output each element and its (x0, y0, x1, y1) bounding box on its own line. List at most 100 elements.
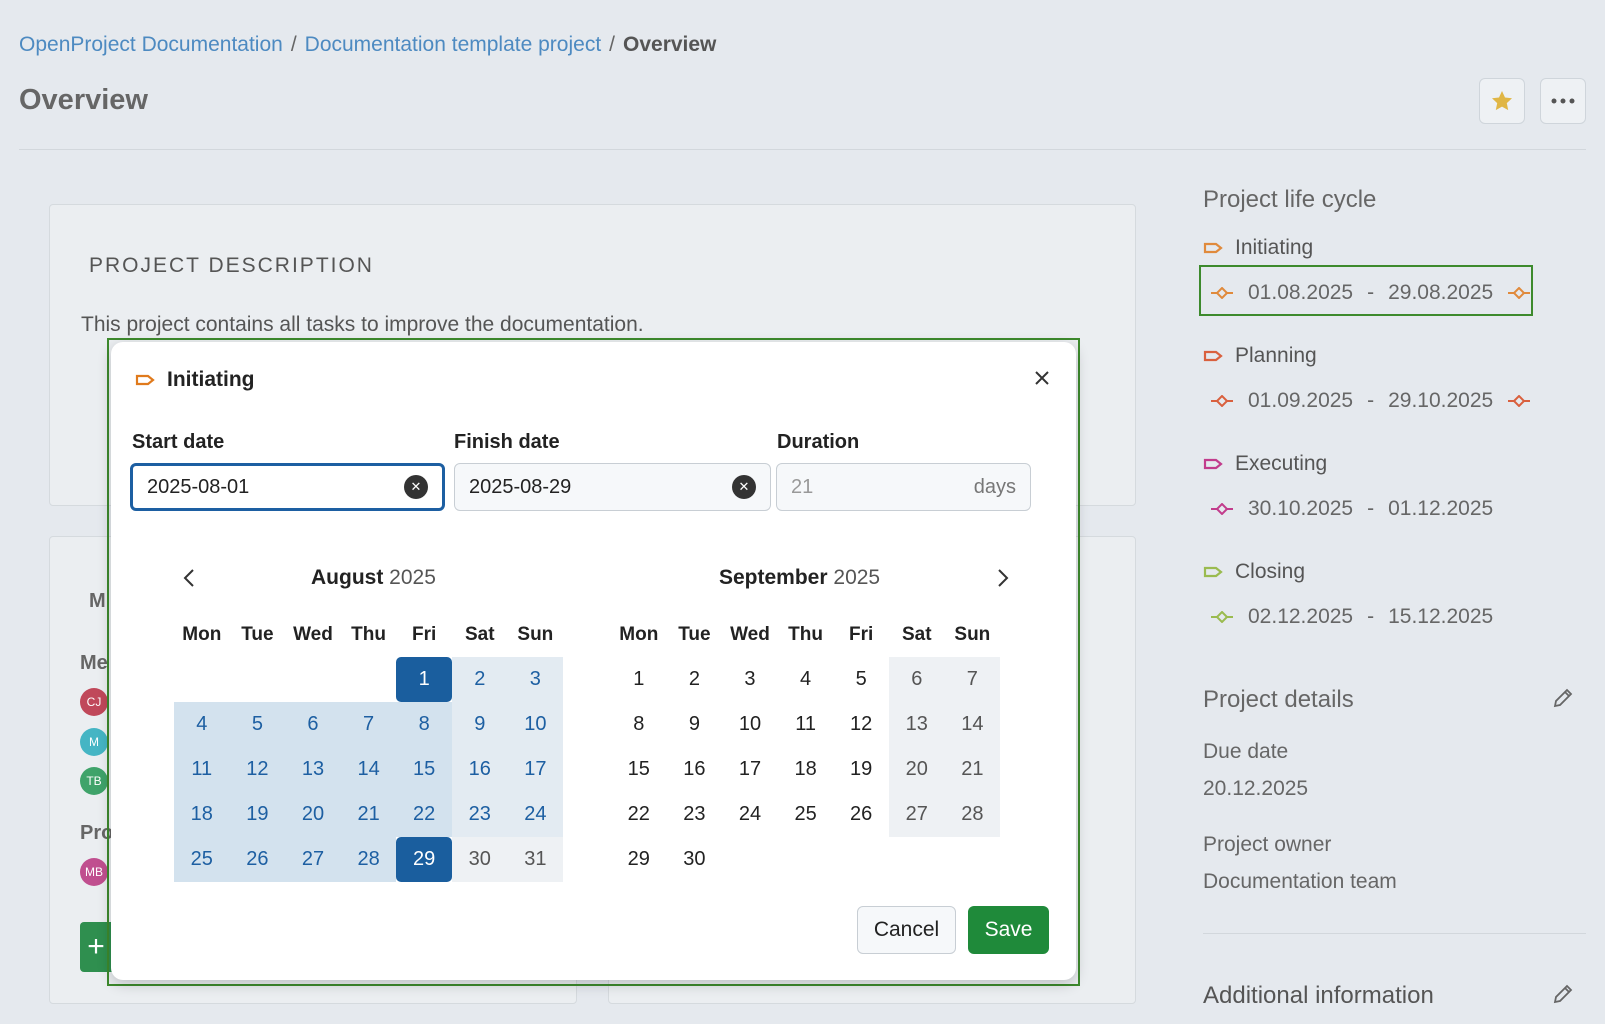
due-date-label: Due date (1203, 740, 1289, 763)
calendar-day[interactable]: 7 (944, 657, 1001, 702)
calendar-day[interactable]: 30 (667, 837, 723, 882)
calendar-day[interactable]: 1 (396, 657, 452, 702)
calendar-day[interactable]: 8 (611, 702, 667, 747)
avatar[interactable]: M (80, 728, 108, 756)
start-date-input[interactable]: 2025-08-01 ✕ (130, 463, 445, 511)
prev-month-button[interactable] (177, 564, 201, 592)
calendar-day[interactable]: 6 (285, 702, 341, 747)
phase-icon (135, 374, 155, 386)
calendar-day[interactable]: 17 (507, 747, 564, 792)
calendar-day[interactable]: 2 (667, 657, 723, 702)
calendar-day[interactable]: 22 (396, 792, 452, 837)
calendar-day[interactable]: 10 (722, 702, 778, 747)
calendar-day[interactable]: 4 (778, 657, 834, 702)
next-month-button[interactable] (991, 564, 1015, 592)
calendar-day[interactable]: 27 (285, 837, 341, 882)
breadcrumb-link-documentation[interactable]: OpenProject Documentation (19, 33, 283, 57)
calendar-day[interactable]: 23 (667, 792, 723, 837)
calendar-day[interactable]: 20 (285, 792, 341, 837)
calendar-day[interactable]: 6 (888, 657, 945, 702)
clear-finish-date-button[interactable]: ✕ (732, 475, 756, 499)
avatar[interactable]: CJ (80, 688, 108, 716)
calendar-day[interactable]: 19 (833, 747, 889, 792)
phase-dates-planning[interactable]: 01.09.2025-29.10.2025 (1210, 389, 1531, 413)
calendar-day[interactable]: 31 (507, 837, 564, 882)
calendar-day[interactable]: 28 (944, 792, 1001, 837)
calendar-day[interactable]: 29 (396, 837, 452, 882)
additional-info-title: Additional information (1203, 982, 1434, 1009)
month-title-september: September 2025 (719, 566, 880, 590)
finish-date-input[interactable]: 2025-08-29 ✕ (454, 463, 771, 511)
calendar-day[interactable]: 29 (611, 837, 667, 882)
calendar-day[interactable]: 18 (778, 747, 834, 792)
calendar-day[interactable]: 5 (229, 702, 286, 747)
calendar-august: Mon Tue Wed Thu Fri Sat Sun 1 2 3 4 5 6 7 8 9 10 11 12 13 14… (174, 612, 564, 882)
calendar-day[interactable]: 24 (507, 792, 564, 837)
dialog-title-text: Initiating (167, 368, 255, 391)
breadcrumb-link-template-project[interactable]: Documentation template project (305, 33, 602, 57)
phase-dates-executing[interactable]: 30.10.2025-01.12.2025 (1210, 497, 1493, 521)
calendar-day[interactable]: 20 (888, 747, 945, 792)
calendar-day[interactable]: 14 (944, 702, 1001, 747)
weekday-header: Wed (730, 623, 770, 645)
save-button[interactable]: Save (968, 906, 1049, 954)
close-button[interactable] (1028, 364, 1056, 392)
calendar-day[interactable]: 3 (507, 657, 564, 702)
calendar-day[interactable]: 15 (396, 747, 452, 792)
calendar-day[interactable]: 23 (451, 792, 508, 837)
calendar-day[interactable]: 11 (778, 702, 834, 747)
cancel-button[interactable]: Cancel (857, 906, 956, 954)
weekday-header: Sun (954, 623, 991, 645)
calendar-day[interactable]: 11 (174, 747, 230, 792)
calendar-day[interactable]: 1 (611, 657, 667, 702)
phase-initiating[interactable]: Initiating (1203, 236, 1313, 260)
calendar-day[interactable]: 8 (396, 702, 452, 747)
calendar-day[interactable]: 13 (888, 702, 945, 747)
edit-details-button[interactable] (1551, 686, 1575, 715)
calendar-day[interactable]: 12 (229, 747, 286, 792)
calendar-day[interactable]: 19 (229, 792, 286, 837)
more-actions-button[interactable] (1540, 78, 1586, 124)
clear-start-date-button[interactable]: ✕ (404, 475, 428, 499)
avatar[interactable]: MB (80, 858, 108, 886)
calendar-day[interactable]: 5 (833, 657, 889, 702)
phase-end-date: 29.10.2025 (1388, 389, 1494, 412)
weekday-header: Sat (901, 623, 932, 645)
calendar-day[interactable]: 12 (833, 702, 889, 747)
duration-input[interactable]: 21 days (776, 463, 1031, 511)
calendar-day[interactable]: 24 (722, 792, 778, 837)
calendar-day[interactable]: 16 (667, 747, 723, 792)
calendar-day[interactable]: 25 (174, 837, 230, 882)
month-year: 2025 (389, 566, 436, 589)
calendar-day[interactable]: 7 (340, 702, 397, 747)
calendar-day[interactable]: 9 (451, 702, 508, 747)
phase-executing[interactable]: Executing (1203, 452, 1327, 476)
favorite-button[interactable] (1479, 78, 1525, 124)
calendar-day[interactable]: 17 (722, 747, 778, 792)
phase-dates-closing[interactable]: 02.12.2025-15.12.2025 (1210, 605, 1493, 629)
calendar-day[interactable]: 2 (451, 657, 508, 702)
phase-planning[interactable]: Planning (1203, 344, 1317, 368)
calendar-day[interactable]: 14 (340, 747, 397, 792)
calendar-day[interactable]: 9 (667, 702, 723, 747)
ellipsis-icon (1551, 98, 1575, 104)
calendar-day[interactable]: 18 (174, 792, 230, 837)
edit-additional-button[interactable] (1551, 982, 1575, 1011)
calendar-day[interactable]: 13 (285, 747, 341, 792)
calendar-day[interactable]: 26 (229, 837, 286, 882)
phase-closing[interactable]: Closing (1203, 560, 1305, 584)
calendar-day[interactable]: 25 (778, 792, 834, 837)
calendar-day[interactable]: 15 (611, 747, 667, 792)
calendar-day[interactable]: 26 (833, 792, 889, 837)
calendar-day[interactable]: 16 (451, 747, 508, 792)
calendar-day[interactable]: 3 (722, 657, 778, 702)
calendar-day[interactable]: 10 (507, 702, 564, 747)
calendar-day[interactable]: 21 (944, 747, 1001, 792)
calendar-day[interactable]: 22 (611, 792, 667, 837)
calendar-day[interactable]: 4 (174, 702, 230, 747)
avatar[interactable]: TB (80, 767, 108, 795)
calendar-day[interactable]: 21 (340, 792, 397, 837)
calendar-day[interactable]: 27 (888, 792, 945, 837)
calendar-day[interactable]: 28 (340, 837, 397, 882)
calendar-day[interactable]: 30 (451, 837, 508, 882)
